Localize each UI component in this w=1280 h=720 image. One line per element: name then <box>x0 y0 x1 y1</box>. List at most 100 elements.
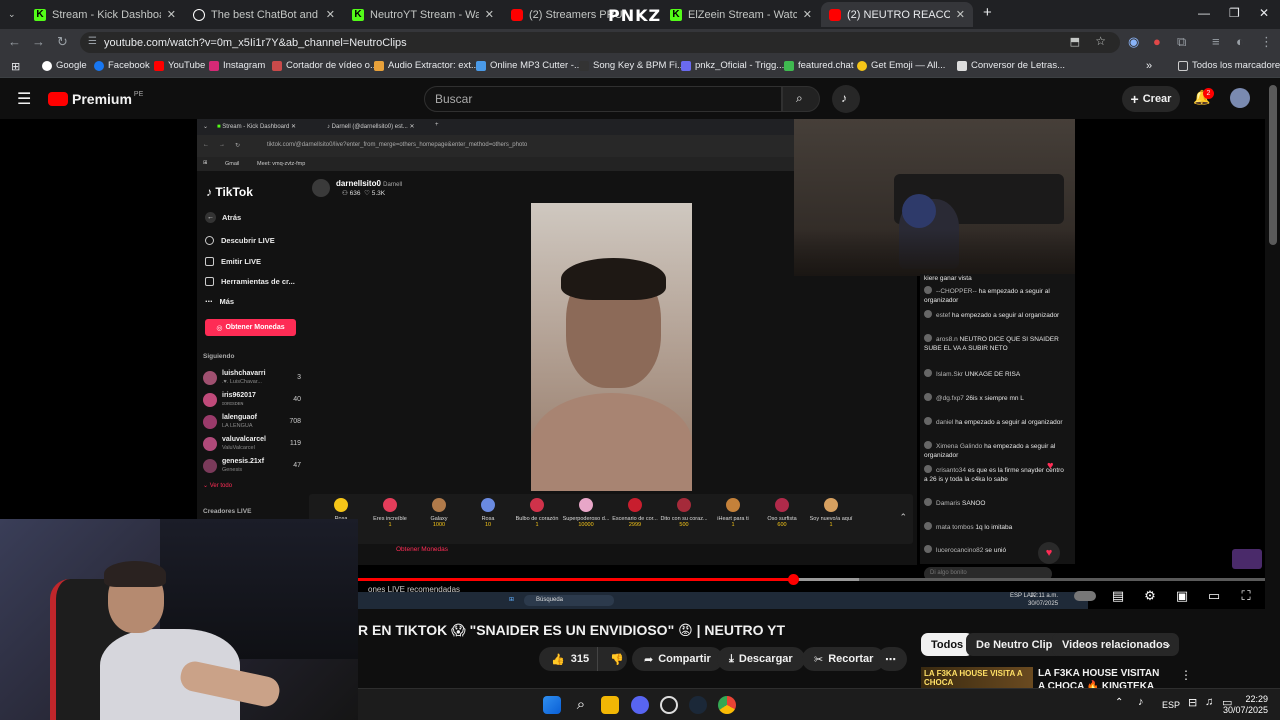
tab-kick-dashboard[interactable]: KStream - Kick Dashboard✕ <box>26 2 184 27</box>
settings-gear-icon[interactable]: ⚙ <box>1141 588 1159 604</box>
bookmark-star-icon[interactable]: ☆ <box>1095 34 1106 48</box>
search-icon[interactable]: ⌕ <box>572 696 590 714</box>
recommended-menu-icon[interactable]: ⋮ <box>1180 668 1192 682</box>
address-bar[interactable]: ☰ youtube.com/watch?v=0m_x5Ii1r7Y&ab_cha… <box>80 32 1120 53</box>
close-icon[interactable]: ✕ <box>326 8 335 21</box>
install-app-icon[interactable]: ⬒ <box>1070 35 1080 48</box>
tools-icon <box>205 277 214 286</box>
bookmark-pnkz[interactable]: pnkz_Oficial - Trigg... <box>681 60 784 71</box>
miniplayer-icon[interactable]: ▣ <box>1173 588 1191 604</box>
autoplay-toggle[interactable] <box>1074 588 1096 604</box>
folder-icon <box>1178 60 1188 71</box>
gura-emote <box>1232 549 1262 569</box>
media-controls-icon[interactable]: ≡ <box>1212 34 1220 49</box>
file-explorer-icon[interactable] <box>601 696 619 714</box>
camera-icon <box>205 257 214 266</box>
bookmark-facebook[interactable]: Facebook <box>94 60 150 71</box>
streamer-avatar <box>312 179 330 197</box>
more-menu-icon[interactable]: ⋮ <box>1260 34 1273 50</box>
video-progress-bar[interactable] <box>358 574 1265 585</box>
nav-more: ⋯ Más <box>205 297 235 306</box>
extension-icon[interactable]: ◉ <box>1128 34 1139 50</box>
back-icon[interactable]: ← <box>8 34 21 49</box>
profile-avatar[interactable]: ◐ <box>1236 34 1244 49</box>
youtube-logo[interactable]: Premium PE <box>48 91 143 107</box>
thumbs-down-icon: 👎 <box>610 653 624 666</box>
close-window-icon[interactable]: ✕ <box>1259 6 1269 20</box>
windows-start-icon[interactable] <box>543 696 561 714</box>
discord-icon[interactable] <box>631 696 649 714</box>
bookmark-youtube[interactable]: YouTube <box>154 60 205 71</box>
search-input[interactable]: Buscar <box>424 86 782 112</box>
thumbs-up-icon: 👍 <box>551 653 565 666</box>
restore-icon[interactable]: ❐ <box>1229 6 1240 20</box>
apps-grid-icon[interactable]: ⊞ <box>11 60 20 73</box>
download-button[interactable]: ⤓ Descargar <box>717 647 805 671</box>
bookmark-google[interactable]: Google <box>42 60 87 71</box>
share-button[interactable]: ➦ Compartir <box>632 647 723 671</box>
chrome-icon[interactable] <box>718 696 736 714</box>
tab-neutro-reacciona[interactable]: (2) NEUTRO REACCIONA A✕ <box>821 2 973 27</box>
avatar <box>924 286 932 294</box>
youtube-icon <box>829 8 841 21</box>
system-clock[interactable]: 22:29 30/07/2025 <box>1223 694 1268 717</box>
bookmark-featured-chat[interactable]: featured.chat <box>784 60 853 71</box>
minimize-icon[interactable]: — <box>1198 6 1210 20</box>
site-info-icon[interactable]: ☰ <box>88 36 97 47</box>
microphone-icon[interactable]: ♪ <box>1138 696 1144 708</box>
all-bookmarks-folder[interactable]: Todos los marcadores <box>1178 60 1280 71</box>
hamburger-menu-icon[interactable]: ☰ <box>17 89 31 109</box>
bookmark-instagram[interactable]: Instagram <box>209 60 265 71</box>
extension-icon[interactable]: ● <box>1153 34 1161 49</box>
subtitles-icon[interactable]: ▤ <box>1109 588 1127 604</box>
tab-neutroyt-kick[interactable]: KNeutroYT Stream - Watch Live✕ <box>344 2 502 27</box>
tab-elzeein-kick[interactable]: KElZeein Stream - Watch Live on✕ <box>662 2 820 27</box>
volume-icon[interactable]: ♫ <box>1205 696 1213 708</box>
bookmark-video-cutter[interactable]: Cortador de vídeo o... <box>272 60 378 71</box>
chip-related-videos[interactable]: Videos relacionados <box>1052 633 1179 656</box>
language-indicator[interactable]: ESP <box>1162 700 1180 710</box>
more-actions-button[interactable]: ⋯ <box>877 647 907 671</box>
obs-icon[interactable] <box>660 696 678 714</box>
new-tab-button[interactable]: + <box>983 4 992 21</box>
webcam-overlay-top <box>794 119 1075 276</box>
steam-icon[interactable] <box>689 696 707 714</box>
bookmark-mp3-cutter[interactable]: Online MP3 Cutter -... <box>476 60 582 71</box>
chevron-right-icon[interactable]: › <box>1166 637 1170 652</box>
network-icon[interactable]: ⊟ <box>1188 696 1197 709</box>
tiktok-live-chat: kiere ganar vista --CHOPPER-- ha empezado… <box>920 274 1075 581</box>
youtube-play-icon <box>48 92 68 106</box>
create-button[interactable]: + Crear <box>1122 86 1180 112</box>
dislike-button[interactable]: 👎 <box>597 647 627 671</box>
forward-icon: → <box>219 142 225 148</box>
reload-icon[interactable]: ↻ <box>57 34 68 50</box>
tray-chevron-icon[interactable]: ⌃ <box>1115 697 1123 708</box>
extensions-puzzle-icon[interactable]: ⧉ <box>1177 34 1186 50</box>
bookmark-audio-extractor[interactable]: Audio Extractor: ext... <box>374 60 479 71</box>
close-icon[interactable]: ✕ <box>803 8 812 21</box>
chat-message: Ximena Galindo ha empezado a seguir al o… <box>924 441 1056 460</box>
clip-button[interactable]: ✂ Recortar <box>802 647 886 671</box>
theater-mode-icon[interactable]: ▭ <box>1205 588 1223 604</box>
more-bookmarks-icon[interactable]: » <box>1146 60 1152 72</box>
page-scrollbar[interactable] <box>1269 85 1277 245</box>
bookmark-letter-converter[interactable]: Conversor de Letras... <box>957 60 1065 71</box>
following-item: iris962017 ɪᴏʀɪsᴅᴇɴ 40 <box>203 392 301 410</box>
tab-search-button[interactable]: ⌄ <box>0 2 26 27</box>
close-icon[interactable]: ✕ <box>956 8 965 21</box>
search-button[interactable]: ⌕ <box>782 86 820 112</box>
tab-streamelements[interactable]: The best ChatBot and Widgets✕ <box>185 2 343 27</box>
forward-icon[interactable]: → <box>32 34 45 49</box>
reload-icon: ↻ <box>235 143 241 149</box>
chevron-up-icon: ⌃ <box>899 512 907 522</box>
gift-icon <box>530 498 544 512</box>
bookmark-get-emoji[interactable]: Get Emoji — All... <box>857 60 945 71</box>
like-button[interactable]: 👍 315 <box>539 647 597 671</box>
avatar <box>203 393 217 407</box>
voice-search-button[interactable]: ♪ <box>832 85 860 113</box>
close-icon[interactable]: ✕ <box>485 8 494 21</box>
close-icon[interactable]: ✕ <box>167 8 176 21</box>
fullscreen-icon[interactable]: ⛶ <box>1237 588 1255 604</box>
account-avatar[interactable] <box>1230 88 1250 108</box>
bookmark-song-key[interactable]: Song Key & BPM Fi... <box>579 60 685 71</box>
